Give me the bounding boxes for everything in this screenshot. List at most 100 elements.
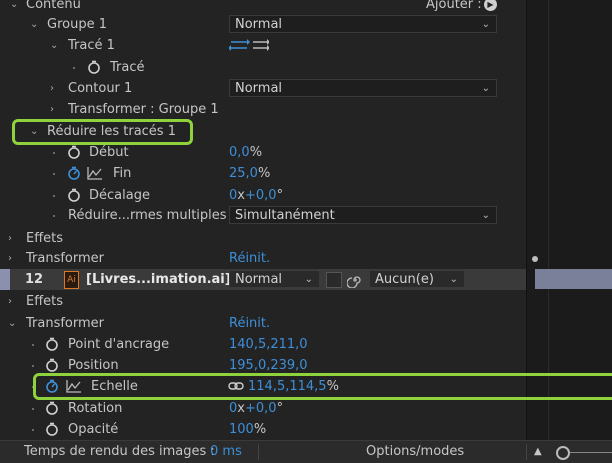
dot-icon <box>53 215 55 217</box>
stopwatch-icon[interactable] <box>67 188 81 202</box>
stopwatch-active-icon[interactable] <box>67 166 81 180</box>
zoom-out-icon[interactable]: ▲ <box>534 441 542 462</box>
debut-label: Début <box>89 145 129 160</box>
path-direction-icons[interactable] <box>229 38 269 52</box>
illustrator-file-icon: Ai <box>64 271 79 289</box>
contour1-mode-value: Normal <box>235 81 283 96</box>
dot-icon <box>32 365 34 367</box>
twirl-open-icon[interactable]: ⌄ <box>10 0 18 15</box>
layer-row[interactable]: 12 Ai [Livres...imation.ai] Normal ⌄ Auc… <box>0 269 526 290</box>
reduire-multi-label: Réduire...rmes multiples <box>68 208 227 223</box>
trace1-label: Tracé 1 <box>68 38 115 53</box>
track-matte-spiral-icon[interactable] <box>347 272 363 288</box>
chevron-down-icon: ⌄ <box>481 19 490 30</box>
chevron-down-icon: ⌄ <box>304 274 313 285</box>
contour1-mode-dropdown[interactable]: Normal ⌄ <box>229 79 497 97</box>
trace-row[interactable]: Tracé <box>0 57 526 78</box>
dot-icon <box>53 152 55 154</box>
debut-value[interactable]: 0,0% <box>229 142 262 163</box>
rotation-row[interactable]: Rotation 0x+0,0° <box>0 398 526 419</box>
transformer-inner-row[interactable]: › Transformer Réinit. <box>0 248 526 269</box>
stopwatch-icon[interactable] <box>45 337 59 351</box>
rotation-value[interactable]: 0x+0,0° <box>229 398 283 419</box>
graph-icon[interactable] <box>87 166 102 180</box>
reinit-inner-link[interactable]: Réinit. <box>229 248 270 269</box>
twirl-open-icon[interactable]: ⌄ <box>8 313 16 334</box>
layer-mode-value: Normal <box>235 272 283 287</box>
trace1-row[interactable]: ⌄ Tracé 1 <box>0 35 526 56</box>
status-bar: Temps de rendu des images : 0 ms Options… <box>0 440 612 463</box>
reduire-multi-row[interactable]: Réduire...rmes multiples Simultanément ⌄ <box>0 205 526 226</box>
contour1-label: Contour 1 <box>68 81 133 96</box>
reduire-multi-value: Simultanément <box>235 208 335 223</box>
contenu-label: Contenu <box>26 0 81 12</box>
layer-label-color[interactable] <box>0 269 10 290</box>
chevron-down-icon: ⌄ <box>449 274 458 285</box>
groupe1-mode-dropdown[interactable]: Normal ⌄ <box>229 15 497 33</box>
dot-icon <box>73 67 75 69</box>
render-time-value: 0 ms <box>210 444 242 459</box>
opacite-row[interactable]: Opacité 100% <box>0 419 526 440</box>
groupe1-label: Groupe 1 <box>47 17 107 32</box>
ancrage-value[interactable]: 140,5,211,0 <box>229 334 308 355</box>
divider <box>258 444 259 460</box>
ajouter-label[interactable]: Ajouter : <box>426 0 482 15</box>
reinit-link[interactable]: Réinit. <box>229 313 270 334</box>
transformer-inner-label: Transformer <box>26 251 105 266</box>
twirl-closed-icon[interactable]: › <box>50 99 54 120</box>
chevron-down-icon: ⌄ <box>481 210 490 221</box>
dot-icon <box>32 344 34 346</box>
fin-value[interactable]: 25,0% <box>229 163 270 184</box>
stopwatch-icon[interactable] <box>45 401 59 415</box>
layer-mode-dropdown[interactable]: Normal ⌄ <box>229 270 320 288</box>
opacite-label: Opacité <box>68 422 119 437</box>
chevron-down-icon: ⌄ <box>481 83 490 94</box>
stopwatch-icon[interactable] <box>87 60 101 74</box>
reduire-multi-dropdown[interactable]: Simultanément ⌄ <box>229 206 497 224</box>
effets-row[interactable]: › Effets <box>0 291 526 312</box>
add-play-icon[interactable]: ▶ <box>484 0 497 11</box>
transformer-row[interactable]: ⌄ Transformer Réinit. <box>0 313 526 334</box>
decalage-value[interactable]: 0x+0,0° <box>229 185 283 206</box>
decalage-label: Décalage <box>89 188 150 203</box>
groupe1-mode-value: Normal <box>235 17 283 32</box>
ancrage-label: Point d'ancrage <box>68 337 170 352</box>
dot-icon <box>32 429 34 431</box>
debut-row[interactable]: Début 0,0% <box>0 142 526 163</box>
twirl-open-icon[interactable]: ⌄ <box>50 35 58 56</box>
contour1-row[interactable]: › Contour 1 Normal ⌄ <box>0 78 526 99</box>
twirl-closed-icon[interactable]: › <box>8 228 12 249</box>
divider <box>526 444 527 460</box>
stopwatch-icon[interactable] <box>67 145 81 159</box>
rotation-label: Rotation <box>68 401 123 416</box>
fin-row[interactable]: Fin 25,0% <box>0 163 526 184</box>
contenu-row[interactable]: ⌄ Contenu Ajouter : ▶ <box>0 0 526 15</box>
effets-label: Effets <box>26 294 64 309</box>
decalage-row[interactable]: Décalage 0x+0,0° <box>0 185 526 206</box>
opacite-value[interactable]: 100% <box>229 419 266 440</box>
dot-icon <box>53 173 55 175</box>
twirl-closed-icon[interactable]: › <box>50 78 54 99</box>
effets-inner-row[interactable]: › Effets <box>0 228 526 249</box>
highlight-echelle <box>33 373 612 400</box>
layer-duration-bar[interactable] <box>535 269 612 289</box>
groupe1-row[interactable]: ⌄ Groupe 1 Normal ⌄ <box>0 14 526 35</box>
layer-number: 12 <box>25 272 44 287</box>
preserve-transparency-checkbox[interactable] <box>326 272 342 288</box>
dot-icon <box>32 408 34 410</box>
twirl-closed-icon[interactable]: › <box>8 291 12 312</box>
stopwatch-icon[interactable] <box>45 422 59 436</box>
zoom-slider-track[interactable] <box>570 452 612 453</box>
options-modes-toggle[interactable]: Options/modes <box>366 441 464 462</box>
keyframe-dot[interactable] <box>532 256 538 262</box>
render-time-label: Temps de rendu des images : <box>24 444 215 459</box>
transformer-groupe-row[interactable]: › Transformer : Groupe 1 <box>0 99 526 120</box>
stopwatch-icon[interactable] <box>45 358 59 372</box>
effets-inner-label: Effets <box>26 231 64 246</box>
layer-name[interactable]: [Livres...imation.ai] <box>86 269 231 290</box>
twirl-open-icon[interactable]: ⌄ <box>30 14 38 35</box>
zoom-slider-handle[interactable] <box>556 446 570 460</box>
track-matte-dropdown[interactable]: Aucun(e) ⌄ <box>369 270 465 288</box>
ancrage-row[interactable]: Point d'ancrage 140,5,211,0 <box>0 334 526 355</box>
twirl-closed-icon[interactable]: › <box>8 248 12 269</box>
